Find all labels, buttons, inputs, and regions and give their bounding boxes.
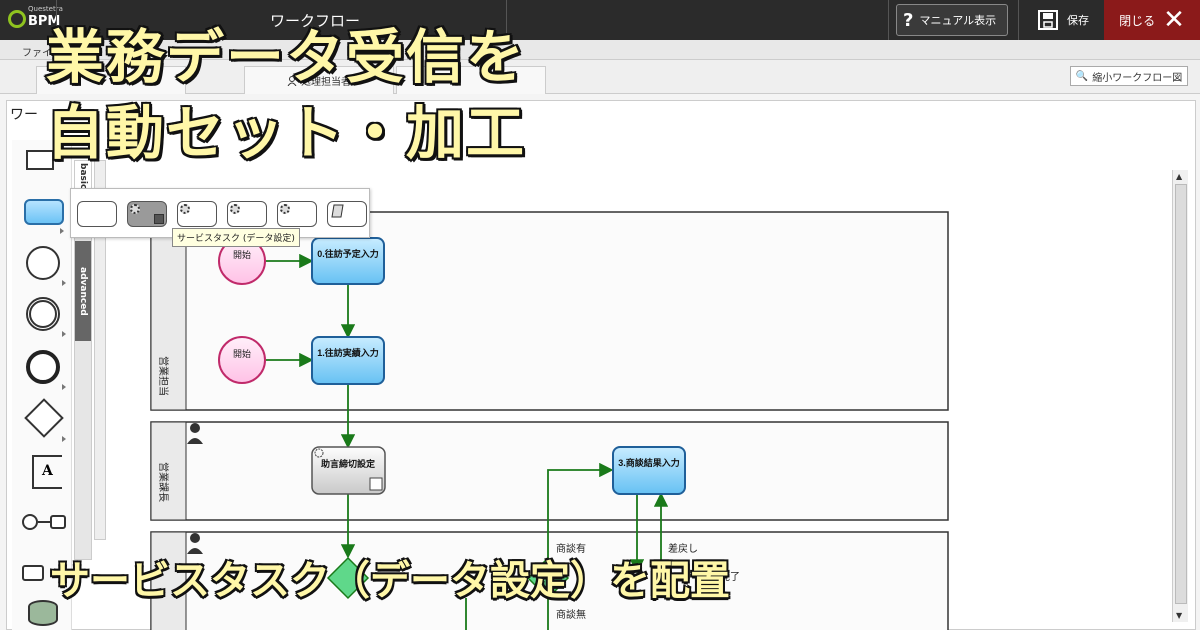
- grid-icon: [154, 214, 164, 224]
- overlay-title-line1: 業務データ受信を: [44, 22, 527, 93]
- gear-icon: [180, 204, 190, 214]
- gear-icon: [280, 204, 290, 214]
- palette-data-icon[interactable]: [22, 565, 44, 581]
- app-window: Questetra BPM ワークフロー ? マニュアル表示 保存 閉じる ✕ …: [0, 0, 1200, 630]
- task-label: 1.往訪実績入力: [317, 347, 379, 358]
- palette-intermediate-event-icon[interactable]: [26, 297, 60, 331]
- flyout-service-task-db[interactable]: [277, 201, 317, 227]
- scroll-thumb[interactable]: [1175, 184, 1187, 604]
- start-event[interactable]: 開始: [218, 336, 266, 384]
- expand-arrow-icon[interactable]: [60, 228, 64, 234]
- gear-icon: [230, 204, 240, 214]
- expand-arrow-icon[interactable]: [62, 436, 66, 442]
- scroll-down-icon[interactable]: ▼: [1176, 611, 1182, 620]
- script-icon: [331, 204, 344, 218]
- flyout-script-task[interactable]: [327, 201, 367, 227]
- expand-arrow-icon[interactable]: [62, 280, 66, 286]
- flyout-human-task[interactable]: [77, 201, 117, 227]
- task-label: 3.商談結果入力: [618, 457, 680, 468]
- expand-arrow-icon[interactable]: [62, 384, 66, 390]
- start-event-label: 開始: [233, 249, 251, 260]
- flyout-service-task-mail[interactable]: [177, 201, 217, 227]
- canvas-vertical-scrollbar[interactable]: ▲ ▼: [1172, 170, 1188, 622]
- palette-annotation-icon[interactable]: A: [32, 455, 62, 489]
- flyout-service-task-data[interactable]: [127, 201, 167, 227]
- start-event-label: 開始: [233, 348, 251, 359]
- task-label: 助言締切設定: [321, 458, 376, 469]
- overlay-subtitle: サービスタスク（データ設定）を配置: [49, 557, 731, 605]
- grid-icon: [369, 477, 383, 491]
- flyout-service-task-script[interactable]: [227, 201, 267, 227]
- flow-label-no: 商談無: [556, 608, 586, 621]
- lane-manager-label: 営業課長: [157, 462, 170, 502]
- scroll-up-icon[interactable]: ▲: [1176, 172, 1182, 181]
- task-visit-plan[interactable]: 0.往訪予定入力: [311, 237, 385, 285]
- overlay-title-line2: 自動セット・加工: [44, 98, 527, 169]
- palette-end-event-icon[interactable]: [26, 350, 60, 384]
- palette-task-icon[interactable]: [24, 199, 64, 225]
- service-task-data-setting[interactable]: 助言締切設定: [311, 446, 386, 495]
- expand-arrow-icon[interactable]: [62, 331, 66, 337]
- lane-manager[interactable]: [150, 421, 949, 521]
- tooltip: サービスタスク (データ設定): [172, 228, 300, 247]
- task-label: 0.往訪予定入力: [317, 248, 379, 259]
- lane-sales-label: 営業担当: [157, 356, 170, 396]
- gear-icon: [130, 204, 140, 214]
- task-deal-result[interactable]: 3.商談結果入力: [612, 446, 686, 495]
- task-visit-result[interactable]: 1.往訪実績入力: [311, 336, 385, 385]
- palette-start-event-icon[interactable]: [26, 246, 60, 280]
- palette-message-flow-icon[interactable]: [22, 512, 68, 532]
- palette-tab-advanced[interactable]: advanced: [75, 241, 91, 341]
